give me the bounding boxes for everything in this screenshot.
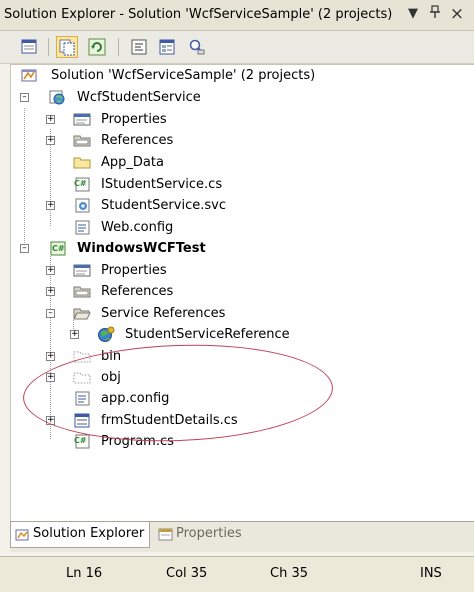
expand-icon[interactable]: + <box>46 136 55 145</box>
expand-icon[interactable]: + <box>70 330 79 339</box>
tree-item-label: App_Data <box>101 155 164 170</box>
hidden-folder-icon <box>73 370 91 385</box>
tree-item-istudentservice[interactable]: C# IStudentService.cs <box>11 174 471 195</box>
tree-item-label: References <box>101 284 174 299</box>
title-bar: Solution Explorer - Solution 'WcfService… <box>0 0 474 31</box>
config-file-icon <box>73 220 90 235</box>
tree-item-studentservicereference[interactable]: + StudentServiceReference <box>11 324 471 345</box>
tree-item-studentservice-svc[interactable]: + StudentService.svc <box>11 195 471 216</box>
tree-item-label: WcfStudentService <box>77 90 201 105</box>
properties-toolbar-button[interactable] <box>18 36 40 58</box>
close-icon[interactable]: × <box>448 5 466 23</box>
tree-item-label: StudentServiceReference <box>125 327 290 342</box>
open-folder-icon <box>73 306 91 321</box>
tree-item-label: IStudentService.cs <box>101 177 223 192</box>
form-file-icon <box>73 413 90 428</box>
view-code-button[interactable] <box>128 36 150 58</box>
status-bar: Ln 16 Col 35 Ch 35 INS <box>0 556 474 592</box>
tree-item-service-references[interactable]: – Service References <box>11 303 471 324</box>
solution-tree[interactable]: Solution 'WcfServiceSample' (2 projects)… <box>10 64 474 522</box>
properties-icon <box>73 263 91 278</box>
tree-item-label: app.config <box>101 391 170 406</box>
collapse-icon[interactable]: – <box>46 309 55 318</box>
references-folder-icon <box>73 284 91 299</box>
expand-icon[interactable]: + <box>46 115 55 124</box>
csharp-file-icon: C# <box>73 434 90 449</box>
expand-icon[interactable]: + <box>46 287 55 296</box>
csharp-project-icon: C# <box>49 241 66 256</box>
tree-item-frmstudentdetails[interactable]: + frmStudentDetails.cs <box>11 410 471 431</box>
expand-icon[interactable]: + <box>46 416 55 425</box>
tree-item-references[interactable]: + References <box>11 281 471 302</box>
tree-item-web-config[interactable]: Web.config <box>11 217 471 238</box>
tree-item-label: WindowsWCFTest <box>77 241 206 256</box>
service-reference-globe-icon <box>97 326 115 342</box>
tree-item-label: frmStudentDetails.cs <box>101 413 238 428</box>
tree-item-label: obj <box>101 370 121 385</box>
tree-item-obj[interactable]: + obj <box>11 367 471 388</box>
tree-item-properties[interactable]: + Properties <box>11 260 471 281</box>
toolbar-separator <box>118 38 119 56</box>
tree-item-label: Service References <box>101 306 226 321</box>
tree-item-label: References <box>101 133 174 148</box>
tab-label: Solution Explorer <box>33 526 145 541</box>
svg-text:C#: C# <box>52 244 65 253</box>
window-title: Solution Explorer - Solution 'WcfService… <box>4 7 393 22</box>
tree-item-solution[interactable]: Solution 'WcfServiceSample' (2 projects) <box>11 65 471 86</box>
tree-item-label: StudentService.svc <box>101 198 226 213</box>
toolbar <box>0 31 474 64</box>
properties-icon <box>73 112 91 127</box>
show-all-files-button[interactable] <box>56 36 78 58</box>
solution-explorer-icon <box>15 527 31 551</box>
window-position-dropdown-icon[interactable]: ▼ <box>404 5 422 23</box>
tree-item-label: bin <box>101 349 122 364</box>
panel-tabs: Solution Explorer Properties <box>10 521 474 552</box>
status-insert-mode: INS <box>420 566 442 581</box>
view-designer-button[interactable] <box>156 36 178 58</box>
tree-item-project-wcfstudentservice[interactable]: – WcfStudentService <box>11 87 471 108</box>
tab-properties[interactable]: Properties <box>154 522 256 548</box>
svc-file-icon <box>73 198 90 213</box>
expand-icon[interactable]: + <box>46 352 55 361</box>
svg-text:C#: C# <box>74 179 87 188</box>
status-column: Col 35 <box>166 566 208 581</box>
tree-item-project-windowswcftest[interactable]: – C# WindowsWCFTest <box>11 238 471 259</box>
tab-label: Properties <box>176 526 242 541</box>
folder-icon <box>73 155 91 170</box>
tab-solution-explorer[interactable]: Solution Explorer <box>10 522 150 548</box>
expand-icon[interactable]: + <box>46 201 55 210</box>
toolbar-separator <box>48 38 49 56</box>
refresh-button[interactable] <box>86 36 108 58</box>
expand-icon[interactable]: + <box>46 373 55 382</box>
auto-hide-pin-icon[interactable] <box>426 5 444 23</box>
status-line: Ln 16 <box>66 566 103 581</box>
tree-item-label: Program.cs <box>101 434 174 449</box>
properties-icon <box>158 527 174 551</box>
tree-item-properties[interactable]: + Properties <box>11 109 471 130</box>
collapse-icon[interactable]: – <box>20 93 29 102</box>
csharp-file-icon: C# <box>73 177 90 192</box>
hidden-folder-icon <box>73 349 91 364</box>
tree-item-label: Properties <box>101 263 167 278</box>
config-file-icon <box>73 391 90 406</box>
solution-icon <box>21 68 37 83</box>
tree-item-label: Properties <box>101 112 167 127</box>
expand-icon[interactable]: + <box>46 266 55 275</box>
view-class-diagram-button[interactable] <box>186 36 208 58</box>
status-char: Ch 35 <box>270 566 308 581</box>
tree-item-app-data[interactable]: App_Data <box>11 152 471 173</box>
collapse-icon[interactable]: – <box>20 244 29 253</box>
tree-item-label: Web.config <box>101 220 174 235</box>
tree-item-app-config[interactable]: app.config <box>11 388 471 409</box>
svg-text:C#: C# <box>74 436 87 445</box>
references-folder-icon <box>73 133 91 148</box>
tree-item-program-cs[interactable]: C# Program.cs <box>11 431 471 452</box>
web-project-icon <box>49 90 65 105</box>
tree-item-references[interactable]: + References <box>11 130 471 151</box>
tree-item-bin[interactable]: + bin <box>11 346 471 367</box>
tree-item-label: Solution 'WcfServiceSample' (2 projects) <box>51 68 316 83</box>
